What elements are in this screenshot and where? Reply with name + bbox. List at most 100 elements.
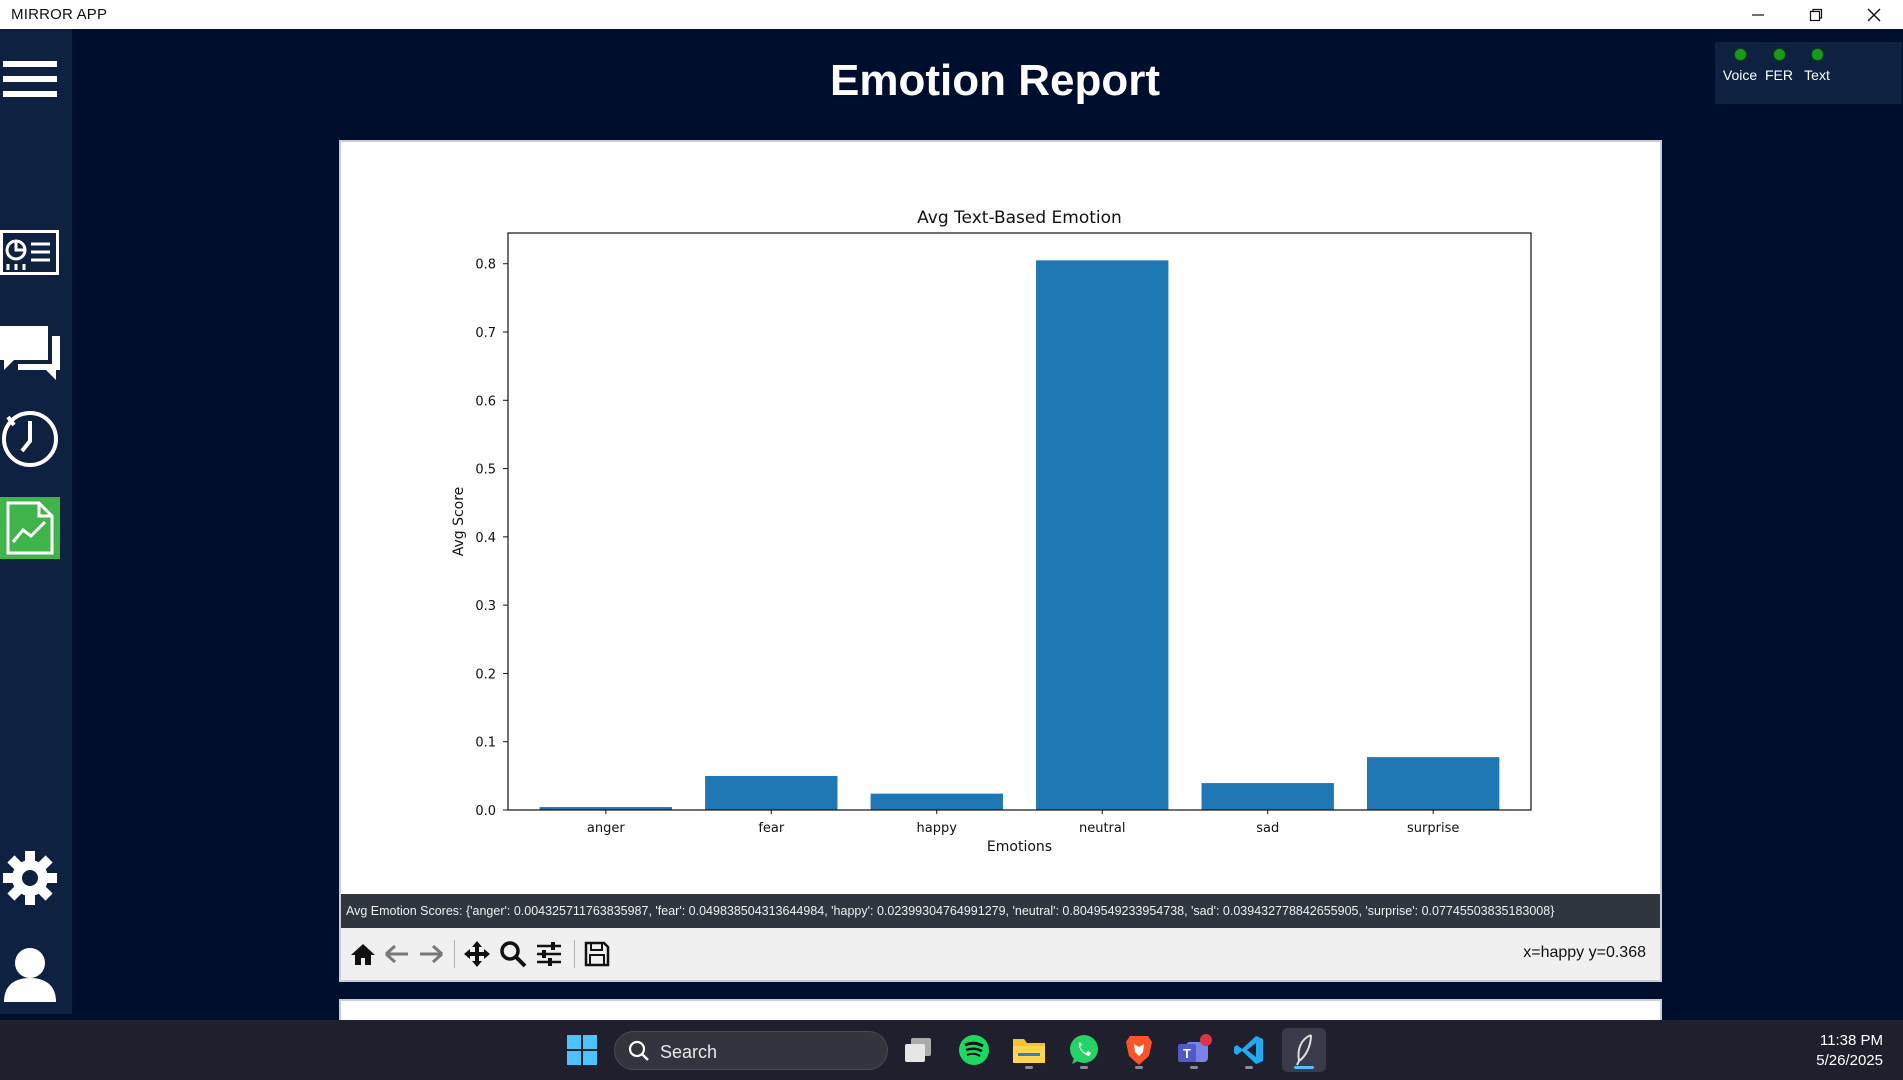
y-tick-label: 0.1: [475, 736, 496, 751]
configure-subplots-icon: [537, 942, 561, 966]
window-title-bar: MIRROR APP: [0, 0, 1903, 29]
spotify-icon: [959, 1035, 989, 1065]
search-label: Search: [660, 1042, 718, 1062]
teams-taskbar-app[interactable]: T: [1172, 1028, 1216, 1072]
start-button[interactable]: [560, 1028, 604, 1072]
page-title: Emotion Report: [830, 56, 1160, 105]
window-title: MIRROR APP: [11, 6, 108, 23]
whatsapp-icon: [1070, 1035, 1098, 1064]
sidebar-item-history[interactable]: [0, 407, 60, 469]
pan-button[interactable]: [461, 938, 493, 970]
plot-toolbar: x=happy y=0.368: [341, 928, 1660, 980]
gear-icon: [3, 851, 57, 905]
y-axis-label: Avg Score: [451, 487, 467, 557]
y-tick-label: 0.2: [475, 667, 496, 682]
chart-bar-happy: [870, 793, 1003, 810]
app-active-indicator: [1294, 1066, 1314, 1069]
toolbar-separator: [454, 940, 455, 968]
file-explorer-taskbar-app[interactable]: [1007, 1028, 1051, 1072]
y-tick-label: 0.5: [475, 463, 496, 478]
mirror-app-taskbar-app[interactable]: [1282, 1028, 1326, 1072]
cursor-coordinates: x=happy y=0.368: [1523, 944, 1646, 961]
bar-chart: anger fear happy neutral sad surprise 0.0 0.1 0.…: [451, 208, 1532, 855]
x-tick-label: happy: [917, 821, 958, 836]
vscode-taskbar-app[interactable]: [1227, 1028, 1271, 1072]
sidebar-item-report[interactable]: [0, 497, 60, 559]
y-tick-label: 0.6: [475, 394, 496, 409]
feather-icon: [1296, 1034, 1312, 1066]
vscode-icon: [1234, 1036, 1263, 1064]
zoom-button[interactable]: [497, 938, 529, 970]
status-indicator-dot: [1772, 48, 1786, 61]
x-tick-label: sad: [1256, 821, 1279, 836]
dashboard-icon: [0, 230, 59, 275]
spotify-taskbar-app[interactable]: [952, 1028, 996, 1072]
taskbar: Search T 11:38 PM 5/26/2025: [0, 1020, 1903, 1080]
status-text: Text: [1792, 42, 1842, 83]
restore-icon: [1809, 8, 1823, 21]
forward-arrow-icon: [420, 944, 443, 964]
save-icon: [584, 941, 610, 967]
minimize-icon: [1752, 13, 1764, 16]
brave-lion-icon: [1126, 1036, 1152, 1065]
sidebar: [0, 29, 72, 1014]
windows-logo-icon: [567, 1035, 597, 1065]
app-running-indicator: [1025, 1066, 1033, 1069]
whatsapp-taskbar-app[interactable]: [1062, 1028, 1106, 1072]
clock-time: 11:38 PM: [1819, 1032, 1883, 1049]
zoom-icon: [500, 941, 527, 968]
svg-text:T: T: [1183, 1046, 1191, 1061]
chart-figure: anger fear happy neutral sad surprise 0.0 0.1 0.…: [339, 140, 1662, 982]
taskbar-clock[interactable]: 11:38 PM 5/26/2025: [1816, 1031, 1883, 1071]
y-tick-label: 0.8: [475, 258, 496, 273]
clock-date: 5/26/2025: [1816, 1052, 1883, 1069]
brave-taskbar-app[interactable]: [1117, 1028, 1161, 1072]
y-tick-label: 0.7: [475, 326, 496, 341]
back-button[interactable]: [381, 938, 413, 970]
task-view-icon: [905, 1038, 931, 1062]
x-tick-label: neutral: [1079, 821, 1126, 836]
sidebar-item-dashboard[interactable]: [0, 229, 60, 277]
app-running-indicator: [1080, 1066, 1088, 1069]
configure-subplots-button[interactable]: [533, 938, 565, 970]
chart-bar-neutral: [1036, 260, 1169, 811]
user-icon: [4, 948, 56, 1002]
status-panel: Voice FER Text: [1715, 42, 1902, 104]
report-chart-icon: [6, 501, 54, 555]
status-indicator-dot: [1810, 48, 1824, 61]
close-button[interactable]: [1845, 0, 1903, 29]
save-button[interactable]: [581, 938, 613, 970]
pan-icon: [464, 941, 490, 967]
chart-bar-surprise: [1366, 757, 1500, 810]
back-arrow-icon: [385, 944, 408, 964]
app-body: Emotion Report Voice FER Text anger fear h…: [0, 29, 1903, 1020]
app-running-indicator: [1135, 1066, 1143, 1069]
minimize-button[interactable]: [1729, 0, 1787, 29]
chart-title: Avg Text-Based Emotion: [917, 208, 1122, 228]
chat-icon: [0, 326, 60, 380]
settings-button[interactable]: [0, 848, 60, 908]
x-tick-label: anger: [587, 821, 625, 836]
avg-scores-text: Avg Emotion Scores: {'anger': 0.00432571…: [341, 894, 1660, 928]
taskbar-search[interactable]: Search: [614, 1031, 888, 1070]
search-icon: [628, 1040, 649, 1061]
forward-button[interactable]: [415, 938, 447, 970]
y-tick-label: 0.0: [475, 804, 496, 819]
restore-button[interactable]: [1787, 0, 1845, 29]
task-view-button[interactable]: [897, 1028, 941, 1072]
chart-bar-sad: [1201, 783, 1334, 810]
x-axis-label: Emotions: [987, 839, 1052, 855]
folder-icon: [1013, 1039, 1045, 1063]
second-chart-figure-partial: [339, 999, 1662, 1020]
y-tick-label: 0.3: [475, 599, 496, 614]
home-button[interactable]: [347, 938, 379, 970]
history-clock-icon: [2, 411, 58, 467]
app-running-indicator: [1245, 1066, 1253, 1069]
app-running-indicator: [1190, 1066, 1198, 1069]
profile-button[interactable]: [0, 944, 60, 1006]
status-indicator-dot: [1733, 48, 1747, 61]
sidebar-item-chat[interactable]: [0, 322, 62, 382]
close-icon: [1867, 8, 1881, 21]
chart-bar-fear: [705, 775, 838, 810]
x-tick-label: surprise: [1407, 821, 1459, 836]
